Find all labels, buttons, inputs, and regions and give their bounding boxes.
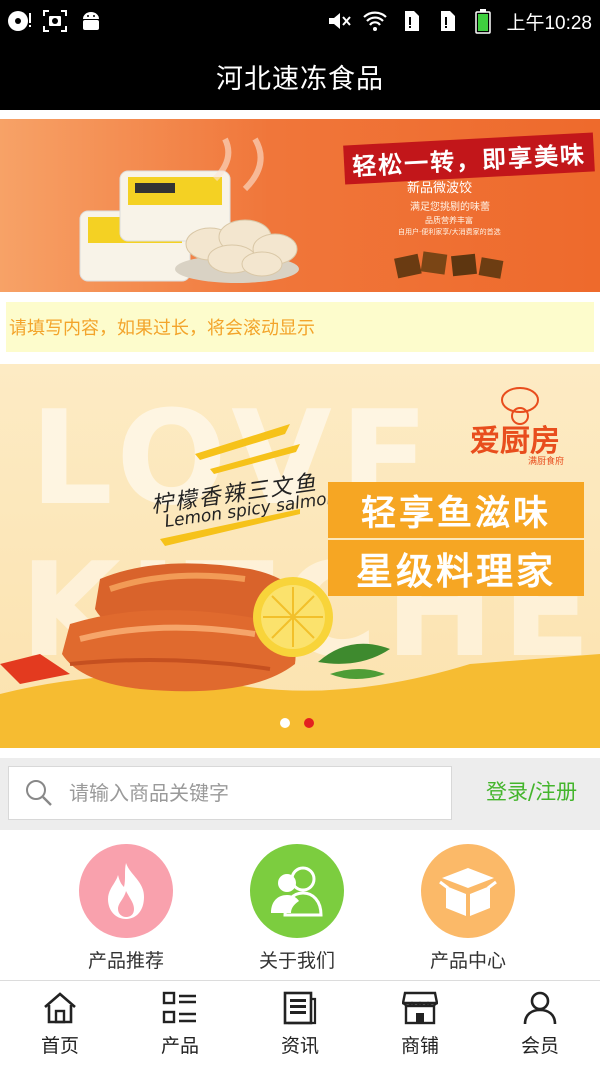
- box-icon: [439, 868, 497, 916]
- headline-2: 星级料理家: [328, 540, 584, 596]
- clock: 上午10:28: [506, 12, 592, 34]
- screenshot-icon: [42, 8, 68, 34]
- wifi-icon: [362, 8, 388, 34]
- media-disc-icon: [6, 8, 32, 34]
- list-icon: [162, 991, 196, 1024]
- nav-label: 会员: [520, 1035, 559, 1057]
- category-label: 产品推荐: [87, 950, 164, 972]
- promo-banner-dumplings[interactable]: 轻松一转，即享美味 新品微波饺 满足您挑剔的味蕾 品质营养丰富 自用户·便利家享…: [0, 119, 600, 292]
- nav-home[interactable]: 首页: [0, 981, 120, 1067]
- nav-label: 资讯: [280, 1035, 319, 1057]
- category-label: 关于我们: [258, 950, 335, 972]
- mute-icon: [326, 8, 352, 34]
- notice-marquee: 请填写内容，如果过长，将会滚动显示: [6, 302, 594, 352]
- carousel-dots: [280, 718, 314, 728]
- home-icon: [44, 992, 76, 1024]
- nav-label: 商铺: [400, 1035, 439, 1057]
- android-icon: [78, 8, 104, 34]
- carousel-banner[interactable]: LOVE KITCHEN 爱厨房 满: [0, 364, 600, 748]
- notice-text: 请填写内容，如果过长，将会滚动显示: [9, 318, 315, 339]
- users-icon: [271, 866, 323, 917]
- search-bar: 登录/注册: [0, 758, 600, 830]
- page-title: 河北速冻食品: [216, 63, 384, 95]
- news-icon: [283, 991, 317, 1025]
- user-icon: [523, 991, 557, 1025]
- category-grid: 产品推荐 关于我们 产品中心: [0, 840, 600, 980]
- category-product-center[interactable]: 产品中心: [408, 844, 528, 973]
- search-input[interactable]: [69, 781, 429, 805]
- search-box[interactable]: [8, 766, 452, 820]
- nav-news[interactable]: 资讯: [240, 981, 360, 1067]
- bottom-nav: 首页 产品 资讯 商铺 会员: [0, 980, 600, 1067]
- sim1-icon: [398, 8, 424, 34]
- header: 河北速冻食品: [0, 42, 600, 110]
- store-icon: [402, 991, 438, 1025]
- category-icon-circle: [421, 844, 515, 938]
- category-icon-circle: [250, 844, 344, 938]
- banner-line-1: 满足您挑剔的味蕾: [410, 202, 490, 213]
- brand-subtext: 满厨食府: [528, 457, 565, 467]
- sim2-icon: [434, 8, 460, 34]
- login-register-link[interactable]: 登录/注册: [486, 776, 577, 806]
- nav-products[interactable]: 产品: [120, 981, 240, 1067]
- headline-1: 轻享鱼滋味: [328, 482, 584, 538]
- banner-line-2: 品质营养丰富: [425, 216, 473, 225]
- carousel-dot-2-active[interactable]: [304, 718, 314, 728]
- carousel-dot-1[interactable]: [280, 718, 290, 728]
- status-bar: 上午10:28: [0, 0, 600, 42]
- banner-line-3: 自用户·便利家享/大消费家的首选: [398, 228, 501, 236]
- battery-icon: [470, 8, 496, 34]
- category-icon-circle: [79, 844, 173, 938]
- category-about-us[interactable]: 关于我们: [237, 844, 357, 973]
- category-products-recommend[interactable]: 产品推荐: [66, 844, 186, 973]
- nav-member[interactable]: 会员: [480, 981, 600, 1067]
- banner-product-name: 新品微波饺: [407, 181, 473, 196]
- search-icon[interactable]: [9, 766, 69, 820]
- category-label: 产品中心: [429, 950, 506, 972]
- nav-store[interactable]: 商铺: [360, 981, 480, 1067]
- nav-label: 产品: [160, 1035, 199, 1057]
- nav-label: 首页: [40, 1035, 79, 1057]
- flame-icon: [108, 863, 144, 919]
